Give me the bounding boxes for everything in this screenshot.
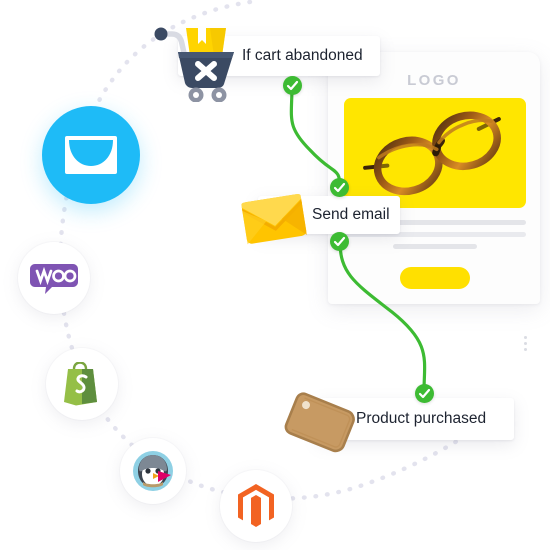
shopping-cart-x-icon [154, 27, 234, 102]
check-icon [415, 384, 434, 403]
envelope-icon [241, 193, 307, 245]
envelope-icon [65, 136, 117, 174]
integration-woocommerce[interactable] [18, 242, 90, 314]
integration-shopify[interactable] [46, 348, 118, 420]
eyeglasses-image [363, 111, 501, 196]
prestashop-mascot-icon [133, 451, 173, 491]
placeholder-line [393, 244, 477, 249]
shopify-bag-icon [64, 362, 97, 406]
integration-campaign-monitor[interactable] [42, 106, 140, 204]
email-hero-banner [344, 98, 526, 208]
email-preview-card: LOGO [328, 52, 540, 351]
email-footer-dots [524, 336, 528, 354]
illustration-stage: LOGO If cart abandoned Send email Produc… [0, 0, 550, 550]
magento-logo-icon [238, 484, 274, 527]
email-cta-button[interactable] [400, 267, 470, 289]
check-icon [283, 76, 302, 95]
woo-logo-icon [30, 264, 78, 294]
check-icon [330, 178, 349, 197]
integration-prestashop[interactable] [120, 438, 186, 504]
price-tag-icon [284, 392, 355, 453]
check-icon [330, 232, 349, 251]
integration-magento[interactable] [220, 470, 292, 542]
